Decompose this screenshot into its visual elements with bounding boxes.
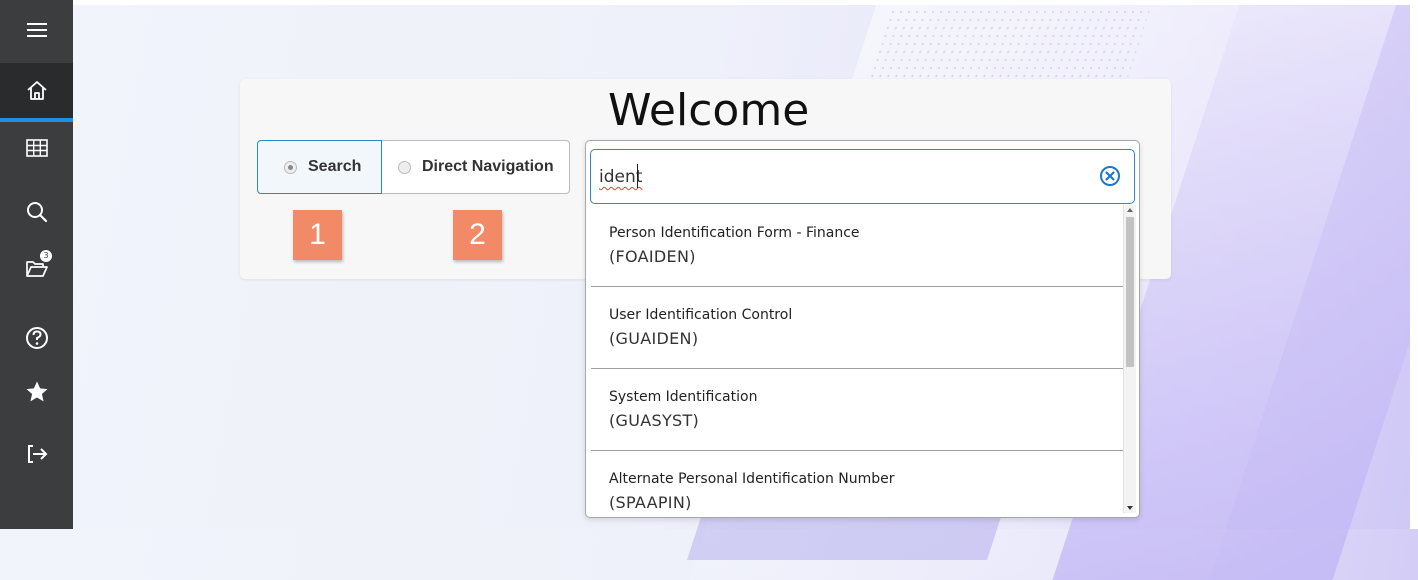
search-mode-radio[interactable] xyxy=(284,160,297,174)
sidebar-item-applications[interactable] xyxy=(0,120,73,176)
text-caret xyxy=(637,164,638,188)
background-pattern xyxy=(867,0,1153,80)
sign-out-icon xyxy=(27,445,47,463)
direct-navigation-label: Direct Navigation xyxy=(422,158,554,175)
search-input[interactable]: ident xyxy=(590,149,1135,204)
search-result-item[interactable]: User Identification Control (GUAIDEN) xyxy=(591,287,1123,369)
star-icon xyxy=(26,381,47,402)
sidebar: 3 xyxy=(0,0,73,529)
sidebar-item-home[interactable] xyxy=(0,63,73,122)
result-name: User Identification Control xyxy=(609,307,793,323)
result-code: (SPAAPIN) xyxy=(609,493,692,512)
scroll-up-icon[interactable] xyxy=(1127,208,1133,212)
search-result-item[interactable]: Alternate Personal Identification Number… xyxy=(591,451,1123,517)
home-icon xyxy=(26,81,47,100)
direct-navigation-toggle[interactable]: Direct Navigation xyxy=(382,140,570,194)
help-icon xyxy=(25,327,48,349)
callout-badge-2: 2 xyxy=(453,210,502,260)
sidebar-item-favorites[interactable] xyxy=(0,364,73,420)
grid-icon xyxy=(25,139,48,157)
result-name: System Identification xyxy=(609,389,758,405)
menu-icon xyxy=(26,23,47,37)
result-code: (GUAIDEN) xyxy=(609,329,699,348)
search-input-value: ident xyxy=(599,167,643,187)
sidebar-item-recent[interactable]: 3 xyxy=(0,240,73,296)
callout-badge-1: 1 xyxy=(293,210,342,260)
search-mode-toggle[interactable]: Search xyxy=(257,140,382,194)
page-title: Welcome xyxy=(608,85,810,136)
sidebar-item-help[interactable] xyxy=(0,310,73,366)
sidebar-item-search[interactable] xyxy=(0,184,73,240)
search-icon xyxy=(26,202,47,223)
result-name: Alternate Personal Identification Number xyxy=(609,471,895,487)
results-scrollbar[interactable] xyxy=(1123,205,1136,513)
direct-navigation-radio[interactable] xyxy=(398,160,411,174)
search-result-item[interactable]: Person Identification Form - Finance (FO… xyxy=(591,205,1123,287)
result-name: Person Identification Form - Finance xyxy=(609,225,860,241)
search-result-item[interactable]: System Identification (GUASYST) xyxy=(591,369,1123,451)
scroll-thumb[interactable] xyxy=(1126,217,1134,367)
result-code: (GUASYST) xyxy=(609,411,700,430)
sidebar-item-sign-out[interactable] xyxy=(0,426,73,482)
recent-count-badge: 3 xyxy=(40,250,52,262)
sidebar-item-menu[interactable] xyxy=(0,2,73,58)
scroll-down-icon[interactable] xyxy=(1127,506,1133,510)
result-code: (FOAIDEN) xyxy=(609,247,696,266)
search-results-list: Person Identification Form - Finance (FO… xyxy=(591,205,1123,517)
search-mode-label: Search xyxy=(308,158,362,175)
top-strip xyxy=(73,0,1418,5)
clear-icon[interactable] xyxy=(1099,165,1121,187)
right-strip xyxy=(1410,0,1418,529)
